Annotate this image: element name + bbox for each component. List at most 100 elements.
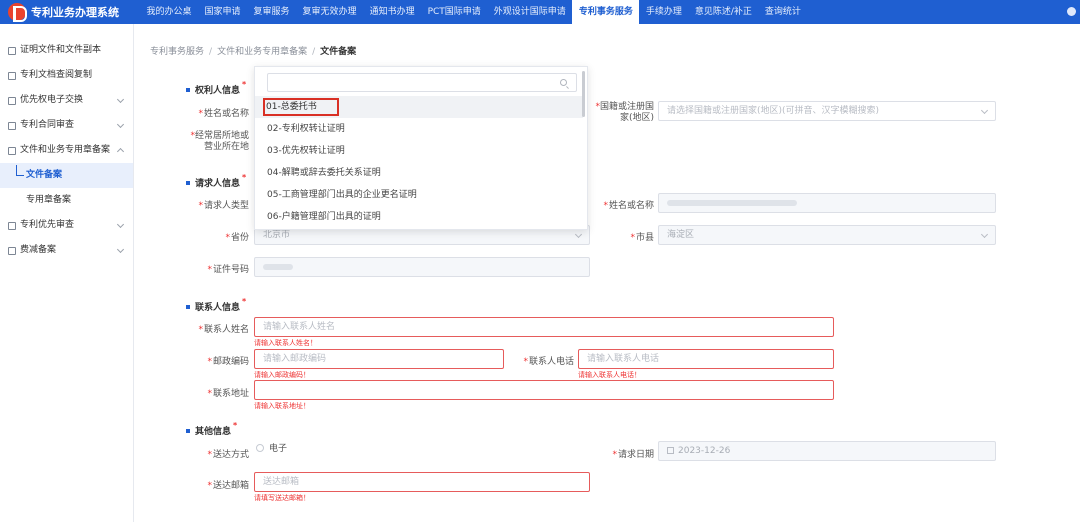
logo-icon [8, 3, 27, 22]
section-other: 其他信息 * [186, 421, 237, 437]
delivery-label: *送达方式 [207, 450, 249, 460]
sidebar-item-label: 证明文件和文件副本 [20, 45, 102, 55]
phone-input[interactable]: 请输入联系人电话 [578, 349, 834, 369]
sidebar-subitem-label: 专用章备案 [26, 195, 72, 205]
zip-label: *邮政编码 [207, 357, 249, 367]
nav-tab[interactable]: 复审无效办理 [296, 0, 363, 24]
nav-tab[interactable]: 查询统计 [758, 0, 807, 24]
sidebar-subitem-seal-filing[interactable]: 专用章备案 [0, 188, 133, 213]
sidebar-item-label: 专利合同审查 [20, 120, 75, 130]
request-date-label: *请求日期 [612, 450, 654, 460]
sidebar-item-fee-reduction[interactable]: 费减备案 [0, 238, 133, 263]
app-title: 专利业务办理系统 [31, 6, 119, 19]
chevron-down-icon [116, 120, 125, 129]
section-requester: 请求人信息 * [186, 173, 246, 189]
phone-error: 请输入联系人电话！ [578, 371, 641, 379]
dropdown-option[interactable]: 04-解聘或辞去委托关系证明 [255, 162, 583, 184]
contact-name-error: 请输入联系人姓名！ [254, 339, 317, 347]
radio-circle-icon [256, 443, 264, 452]
city-label: *市县 [630, 233, 654, 243]
sidebar-item-label: 专利优先审查 [20, 220, 75, 230]
breadcrumb-item[interactable]: 文件和业务专用章备案 [217, 47, 307, 57]
sidebar-item-label: 专利文档查阅复制 [20, 70, 93, 80]
request-date-field[interactable]: 2023-12-26 [658, 441, 996, 461]
nav-tab[interactable]: 国家申请 [198, 0, 247, 24]
sidebar-item-label: 费减备案 [20, 245, 57, 255]
sidebar-item-archive-copy[interactable]: 专利文档查阅复制 [0, 63, 133, 88]
chevron-down-icon [980, 230, 989, 239]
address-error: 请输入联系地址！ [254, 402, 310, 410]
sidebar-item-label: 文件和业务专用章备案 [20, 145, 111, 155]
dropdown-option[interactable]: 01-总委托书 [255, 96, 583, 118]
fee-icon [8, 246, 16, 255]
zip-input[interactable]: 请输入邮政编码 [254, 349, 504, 369]
id-number-field[interactable] [254, 257, 590, 277]
breadcrumb: 专利事务服务 / 文件和业务专用章备案 / 文件备案 [150, 47, 357, 57]
province-label: *省份 [225, 233, 249, 243]
sidebar-item-certificates[interactable]: 证明文件和文件副本 [0, 38, 133, 63]
nav-tab[interactable]: 通知书办理 [363, 0, 421, 24]
document-type-dropdown[interactable]: 01-总委托书 02-专利权转让证明 03-优先权转让证明 04-解聘或辞去委托… [254, 66, 588, 230]
email-error: 请填写送达邮箱！ [254, 494, 310, 502]
email-input[interactable]: 送达邮箱 [254, 472, 590, 492]
sidebar-item-seal-filing[interactable]: 文件和业务专用章备案 [0, 138, 133, 163]
chevron-down-icon [116, 245, 125, 254]
nav-tab[interactable]: 我的办公桌 [140, 0, 198, 24]
sidebar-item-priority-exchange[interactable]: 优先权电子交换 [0, 88, 133, 113]
contact-name-label: *联系人姓名 [198, 325, 249, 335]
dropdown-option[interactable]: 03-优先权转让证明 [255, 140, 583, 162]
main-nav: 我的办公桌 国家申请 复审服务 复审无效办理 通知书办理 PCT国际申请 外观设计国际申请专… [140, 0, 807, 24]
chevron-down-icon [116, 220, 125, 229]
requester-name-field[interactable] [658, 193, 996, 213]
sidebar: 证明文件和文件副本 专利文档查阅复制 优先权电子交换 专利合同审查 文件和业务专… [0, 24, 134, 522]
zip-error: 请输入邮政编码！ [254, 371, 310, 379]
phone-label: *联系人电话 [523, 357, 574, 367]
address-input[interactable] [254, 380, 834, 400]
chevron-down-icon [116, 95, 125, 104]
sidebar-item-contract-review[interactable]: 专利合同审查 [0, 113, 133, 138]
review-icon [8, 221, 16, 230]
delivery-electronic-radio[interactable]: 电子 [256, 441, 287, 454]
id-number-label: *证件号码 [207, 265, 249, 275]
folder-icon [8, 146, 16, 155]
nav-tab[interactable]: 外观设计国际申请 [487, 0, 572, 24]
document-icon [8, 46, 16, 55]
dropdown-option[interactable]: 06-户籍管理部门出具的证明 [255, 206, 583, 228]
chevron-up-icon [116, 147, 125, 156]
sidebar-item-priority-review[interactable]: 专利优先审查 [0, 213, 133, 238]
dropdown-option[interactable]: 05-工商管理部门出具的企业更名证明 [255, 184, 583, 206]
sidebar-subitem-label: 文件备案 [26, 170, 63, 180]
nationality-select[interactable]: 请选择国籍或注册国家(地区)(可拼音、汉字模糊搜索) [658, 101, 996, 121]
breadcrumb-item[interactable]: 专利事务服务 [150, 47, 204, 57]
calendar-icon [667, 447, 674, 454]
top-bar: 专利业务办理系统 我的办公桌 国家申请 复审服务 复审无效办理 通知书办理 PCT国际申请… [0, 0, 1080, 24]
sidebar-item-label: 优先权电子交换 [20, 95, 84, 105]
sidebar-subitem-file-filing[interactable]: 文件备案 [0, 163, 133, 188]
breadcrumb-current: 文件备案 [320, 47, 357, 57]
document-icon [8, 71, 16, 80]
nav-tab[interactable]: 意见陈述/补正 [688, 0, 758, 24]
dropdown-search-input[interactable] [267, 73, 577, 92]
contact-name-input[interactable]: 请输入联系人姓名 [254, 317, 834, 337]
list-icon [8, 96, 16, 105]
nav-tab[interactable]: PCT国际申请 [421, 0, 487, 24]
search-icon [560, 79, 567, 86]
email-label: *送达邮箱 [207, 481, 249, 491]
contract-icon [8, 121, 16, 130]
chevron-down-icon [980, 106, 989, 115]
dropdown-option[interactable]: 02-专利权转让证明 [255, 118, 583, 140]
user-icon[interactable] [1067, 7, 1076, 16]
nav-tab[interactable]: 手续办理 [639, 0, 688, 24]
dropdown-option-list: 01-总委托书 02-专利权转让证明 03-优先权转让证明 04-解聘或辞去委托… [255, 96, 583, 228]
address-label: *联系地址 [207, 389, 249, 399]
nav-tab[interactable]: 复审服务 [247, 0, 296, 24]
nav-tab[interactable]: 专利事务服务 [572, 0, 640, 24]
requester-type-label: *请求人类型 [198, 201, 249, 211]
residence-label: *经常居所地或 营业所在地 [190, 131, 249, 152]
section-contact: 联系人信息 * [186, 297, 246, 313]
dropdown-scrollbar[interactable] [582, 71, 585, 117]
rights-name-label: *姓名或名称 [198, 109, 249, 119]
section-rights-holder: 权利人信息 * [186, 80, 246, 96]
app-logo[interactable]: 专利业务办理系统 [0, 0, 140, 24]
city-select[interactable]: 海淀区 [658, 225, 996, 245]
